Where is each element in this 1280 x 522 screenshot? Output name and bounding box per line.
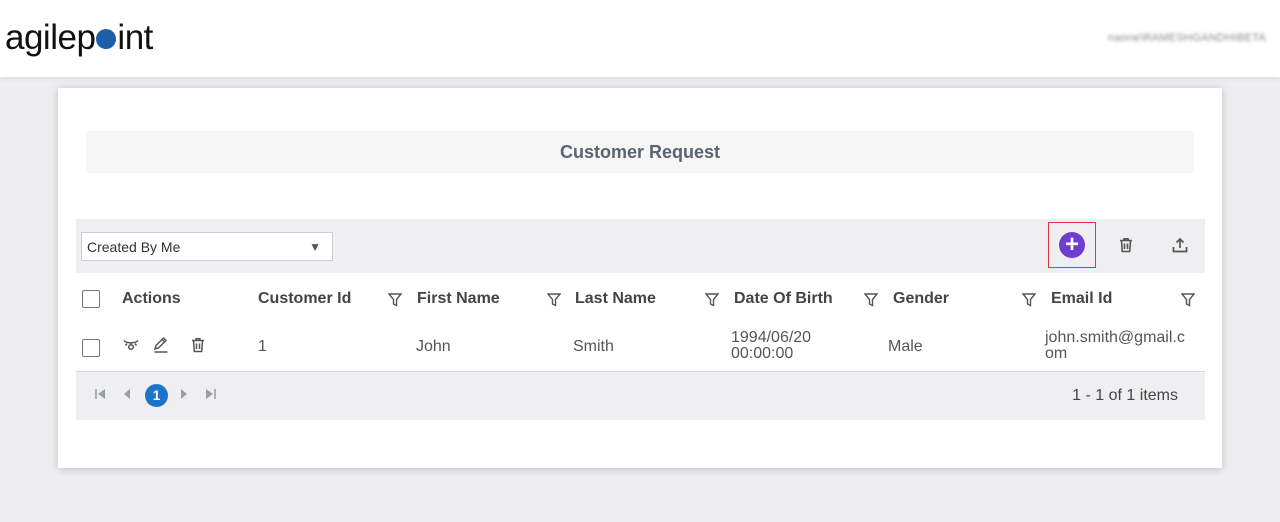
cell-date-of-birth: 1994/06/20 00:00:00 — [731, 330, 811, 362]
row-select-checkbox[interactable] — [82, 339, 100, 357]
cell-email-id-line1: john.smith@gmail.c — [1045, 329, 1185, 346]
cell-gender: Male — [888, 338, 923, 355]
agilepoint-logo[interactable]: agilep int — [5, 18, 153, 58]
column-header-first-name[interactable]: First Name — [417, 290, 500, 308]
plus-circle-icon: + — [1059, 232, 1085, 258]
upload-icon — [1172, 237, 1188, 253]
logo-text-suffix: int — [117, 18, 153, 57]
view-filter-select[interactable]: Created By Me ▼ — [81, 232, 333, 261]
grid-header-row: Actions Customer Id First Name Last Name… — [76, 273, 1205, 323]
grid-pager: 1 1 - 1 of 1 items — [76, 372, 1205, 420]
view-filter-value: Created By Me — [87, 238, 181, 255]
column-header-gender[interactable]: Gender — [893, 290, 949, 308]
logo-text-prefix: agilep — [5, 18, 96, 57]
pager-info: 1 - 1 of 1 items — [1072, 387, 1178, 404]
username-label[interactable]: naone\RAMESHGANDHIBETA — [1108, 32, 1266, 44]
filter-icon[interactable] — [1181, 292, 1195, 308]
cell-date-of-birth-date: 1994/06/20 — [731, 329, 812, 346]
next-page-icon[interactable] — [179, 388, 189, 400]
filter-icon[interactable] — [1022, 292, 1036, 308]
select-all-checkbox[interactable] — [82, 290, 100, 308]
last-page-icon[interactable] — [205, 388, 217, 400]
form-card: Customer Request Created By Me ▼ + Actio… — [58, 88, 1222, 468]
column-header-last-name[interactable]: Last Name — [575, 290, 656, 308]
filter-icon[interactable] — [705, 292, 719, 308]
logo-dot-icon — [96, 28, 117, 49]
filter-icon[interactable] — [388, 292, 402, 308]
previous-page-icon[interactable] — [122, 388, 132, 400]
cell-last-name: Smith — [573, 338, 614, 355]
cell-email-id: john.smith@gmail.c om — [1045, 330, 1185, 362]
filter-icon[interactable] — [547, 292, 561, 308]
form-title-bar: Customer Request — [86, 131, 1194, 173]
cell-first-name: John — [416, 338, 451, 355]
form-title: Customer Request — [559, 141, 721, 162]
edit-icon[interactable] — [152, 336, 170, 354]
table-row[interactable]: 1 John Smith 1994/06/20 00:00:00 Male jo… — [76, 323, 1205, 372]
delete-records-button[interactable] — [1102, 222, 1150, 268]
first-page-icon[interactable] — [94, 388, 106, 400]
grid-toolbar: Created By Me ▼ + — [76, 219, 1205, 273]
cell-date-of-birth-time: 00:00:00 — [731, 345, 794, 362]
trash-icon[interactable] — [189, 336, 207, 354]
data-grid: Created By Me ▼ + Actions Customer Id Fi… — [76, 219, 1205, 423]
cell-email-id-line2: om — [1045, 345, 1068, 362]
top-bar: agilep int naone\RAMESHGANDHIBETA — [0, 0, 1280, 77]
view-details-icon[interactable] — [122, 336, 140, 354]
page-number-current[interactable]: 1 — [145, 384, 168, 407]
cell-customer-id: 1 — [258, 338, 267, 355]
export-button[interactable] — [1156, 222, 1204, 268]
column-header-email-id[interactable]: Email Id — [1051, 290, 1112, 308]
grid-table: Actions Customer Id First Name Last Name… — [76, 273, 1205, 423]
filter-icon[interactable] — [864, 292, 878, 308]
column-header-date-of-birth[interactable]: Date Of Birth — [734, 290, 833, 308]
trash-icon — [1120, 238, 1132, 253]
column-header-actions: Actions — [122, 290, 181, 307]
add-record-button[interactable]: + — [1048, 222, 1096, 268]
dropdown-caret-icon: ▼ — [309, 240, 321, 254]
column-header-customer-id[interactable]: Customer Id — [258, 290, 351, 308]
